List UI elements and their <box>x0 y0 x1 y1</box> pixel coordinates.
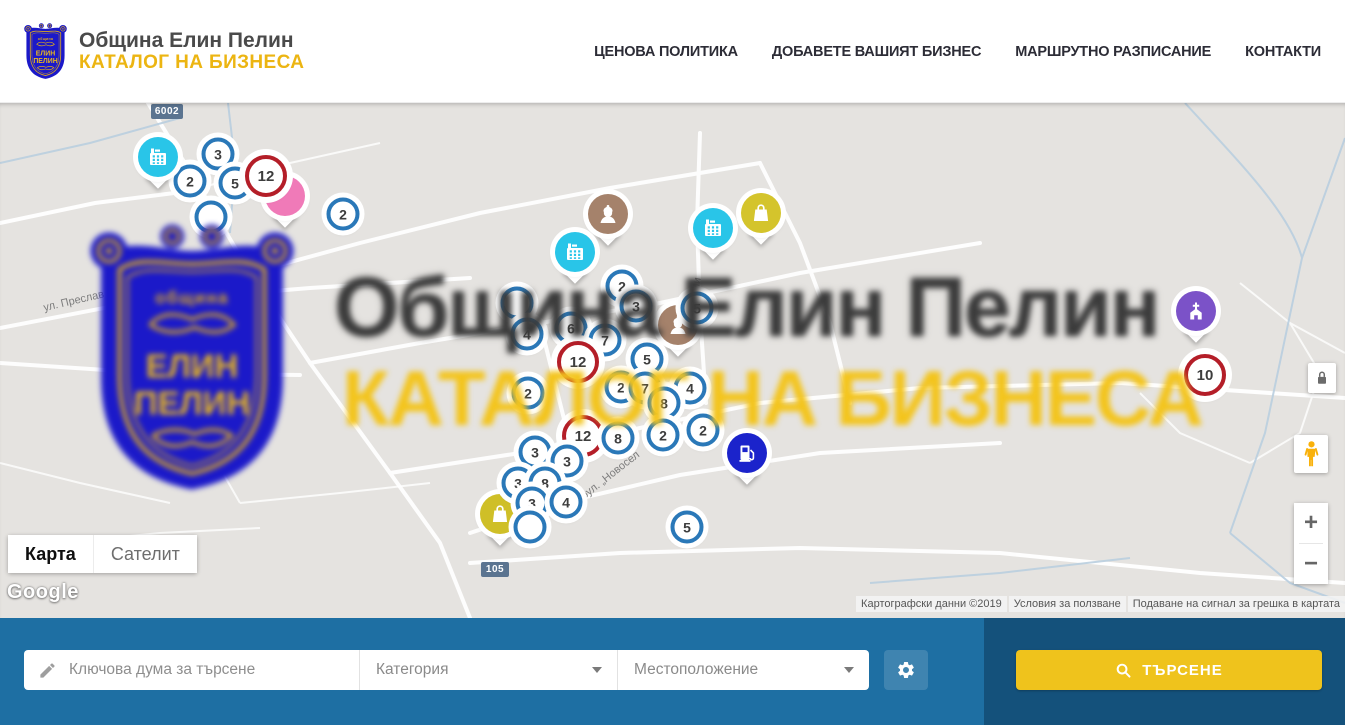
google-logo[interactable]: Google <box>7 581 79 604</box>
map-cluster[interactable]: 6 <box>555 312 588 345</box>
advanced-settings-button[interactable] <box>884 650 928 690</box>
nav-item-add-business[interactable]: ДОБАВЕТЕ ВАШИЯТ БИЗНЕС <box>772 44 981 60</box>
church-icon <box>1176 291 1216 331</box>
header: община ЕЛИНПЕЛИН Община Елин Пелин КАТАЛО… <box>0 0 1345 103</box>
svg-text:ПЕЛИН: ПЕЛИН <box>33 58 57 65</box>
svg-text:община: община <box>38 36 54 40</box>
map-cluster[interactable]: 12 <box>557 341 599 383</box>
pegman-icon <box>1304 440 1319 468</box>
main-nav: ЦЕНОВА ПОЛИТИКА ДОБАВЕТЕ ВАШИЯТ БИЗНЕС М… <box>594 0 1321 103</box>
map-cluster[interactable]: 2 <box>687 414 720 447</box>
map-cluster[interactable]: 4 <box>550 486 583 519</box>
pegman-control[interactable] <box>1294 435 1328 473</box>
nav-item-contacts[interactable]: КОНТАКТИ <box>1245 44 1321 60</box>
page: { "header": { "brand": { "title": "Общин… <box>0 0 1345 725</box>
map-cluster[interactable]: 3 <box>202 138 235 171</box>
map-cluster[interactable]: 2 <box>647 419 680 452</box>
map-attribution: Картографски данни ©2019 Условия за полз… <box>854 596 1345 612</box>
attribution-copyright: Картографски данни ©2019 <box>856 596 1007 612</box>
map-cluster[interactable]: 12 <box>245 155 287 197</box>
svg-text:ЕЛИН: ЕЛИН <box>36 50 55 57</box>
chevron-down-icon <box>592 667 602 673</box>
map-cluster[interactable]: 2 <box>327 198 360 231</box>
municipality-shield-logo-icon: община ЕЛИНПЕЛИН <box>22 22 69 81</box>
lock-icon <box>1315 370 1329 386</box>
brand[interactable]: община ЕЛИНПЕЛИН Община Елин Пелин КАТАЛО… <box>22 22 304 81</box>
map-cluster[interactable]: 10 <box>1184 354 1226 396</box>
category-select-label: Категория <box>376 661 448 679</box>
map-cluster[interactable]: 8 <box>648 387 681 420</box>
factory-icon <box>555 232 595 272</box>
map-type-button-map[interactable]: Карта <box>8 535 93 573</box>
map-cluster[interactable]: 8 <box>602 422 635 455</box>
search-submit-label: ТЪРСЕНЕ <box>1142 662 1223 679</box>
map-cluster[interactable] <box>501 287 534 320</box>
search-bar: Категория Местоположение ТЪРСЕНЕ <box>0 618 1345 725</box>
map-cluster[interactable]: 5 <box>631 343 664 376</box>
pencil-icon <box>38 661 57 680</box>
map-cluster[interactable]: 4 <box>511 318 544 351</box>
gear-icon <box>896 660 916 680</box>
zoom-control: + − <box>1294 503 1328 584</box>
map-cluster[interactable]: 2 <box>512 377 545 410</box>
chevron-down-icon <box>844 667 854 673</box>
map-cluster[interactable]: 3 <box>519 436 552 469</box>
nav-item-route-schedule[interactable]: МАРШРУТНО РАЗПИСАНИЕ <box>1015 44 1211 60</box>
search-submit-button[interactable]: ТЪРСЕНЕ <box>1016 650 1322 690</box>
map-cluster[interactable]: 3 <box>620 290 653 323</box>
lock-control[interactable] <box>1308 363 1336 393</box>
map-cluster[interactable]: 2 <box>174 165 207 198</box>
bag-icon <box>741 193 781 233</box>
search-fields: Категория Местоположение <box>24 650 869 690</box>
zoom-in-button[interactable]: + <box>1294 503 1328 543</box>
map-cluster[interactable] <box>514 511 547 544</box>
road-number-label: 6002 <box>151 104 183 119</box>
map-cluster[interactable]: 5 <box>681 292 714 325</box>
attribution-terms-link[interactable]: Условия за ползване <box>1009 596 1126 612</box>
worker-icon <box>588 194 628 234</box>
map-type-control: Карта Сателит <box>8 535 197 573</box>
factory-icon <box>693 208 733 248</box>
location-select[interactable]: Местоположение <box>617 650 869 690</box>
brand-subtitle: КАТАЛОГ НА БИЗНЕСА <box>79 52 304 73</box>
map-cluster[interactable] <box>195 201 228 234</box>
search-keyword-input[interactable] <box>69 661 319 679</box>
factory-icon <box>138 137 178 177</box>
map-canvas[interactable]: 6002105ул. Преславциибул. „Новосел 32512… <box>0 103 1345 618</box>
brand-title: Община Елин Пелин <box>79 29 304 53</box>
location-select-label: Местоположение <box>634 661 758 679</box>
nav-item-pricing[interactable]: ЦЕНОВА ПОЛИТИКА <box>594 44 738 60</box>
attribution-report-error-link[interactable]: Подаване на сигнал за грешка в картата <box>1128 596 1345 612</box>
fuel-icon <box>727 433 767 473</box>
keyword-field[interactable] <box>24 650 359 690</box>
map-cluster[interactable]: 5 <box>671 511 704 544</box>
search-icon <box>1115 662 1132 679</box>
road-number-label: 105 <box>481 562 509 577</box>
zoom-out-button[interactable]: − <box>1294 544 1328 584</box>
category-select[interactable]: Категория <box>359 650 617 690</box>
map-type-button-satellite[interactable]: Сателит <box>93 535 197 573</box>
